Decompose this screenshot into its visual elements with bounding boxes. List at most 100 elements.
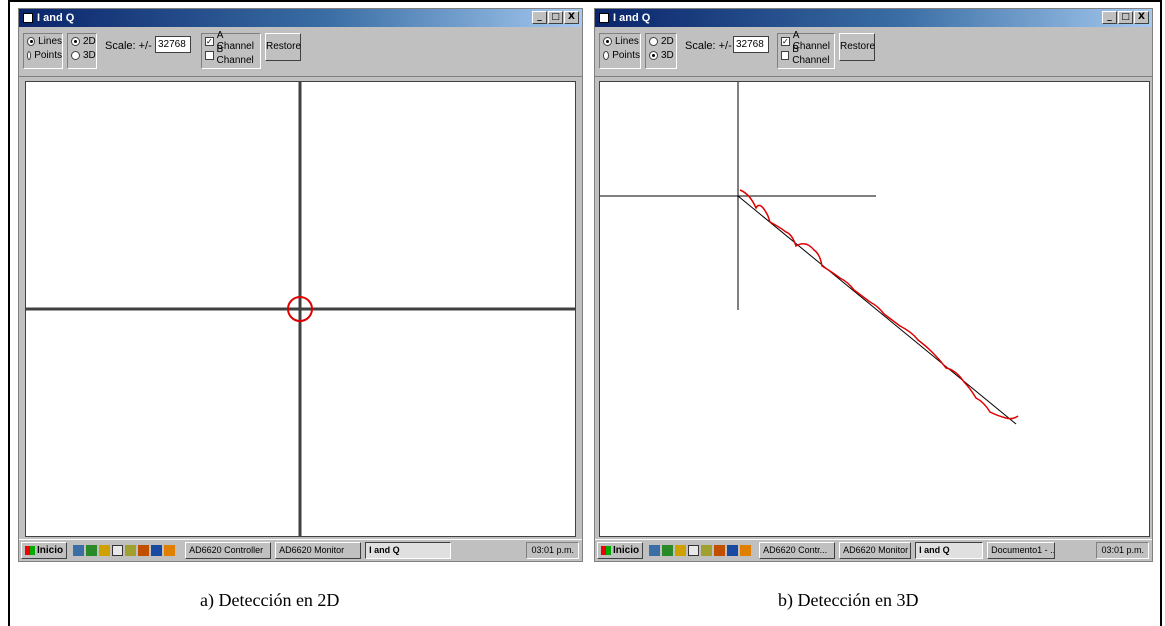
plot-svg	[26, 82, 575, 536]
figure-border-left	[8, 0, 10, 626]
start-label: Inicio	[37, 545, 64, 556]
checkbox-b-channel[interactable]: B Channel	[781, 44, 834, 66]
radio-lines-label: Lines	[615, 35, 639, 47]
radio-3d-label: 3D	[83, 49, 96, 61]
scale-input[interactable]: 32768	[733, 36, 769, 53]
caption-2d: a) Detección en 2D	[200, 590, 340, 610]
radio-2d[interactable]: 2D	[649, 34, 676, 48]
radio-icon	[71, 36, 80, 46]
check-icon: ✓	[781, 36, 790, 46]
radio-points[interactable]: Points	[27, 48, 62, 62]
desktop-icon[interactable]	[86, 545, 98, 556]
check-icon: ✓	[205, 36, 214, 46]
radio-lines-label: Lines	[38, 35, 62, 47]
arrow-icon[interactable]	[164, 545, 176, 556]
scale-input[interactable]: 32768	[155, 36, 191, 53]
plot-canvas	[25, 81, 576, 537]
radio-3d[interactable]: 3D	[71, 48, 96, 62]
radio-icon	[71, 50, 80, 60]
title-bar[interactable]: I and Q _ □ X	[595, 9, 1152, 27]
task-button-i-and-q[interactable]: I and Q	[365, 542, 452, 559]
desktop-icon[interactable]	[662, 545, 674, 556]
radio-points-label: Points	[34, 49, 62, 61]
check-icon	[781, 50, 790, 60]
radio-points-label: Points	[612, 49, 640, 61]
window-2d: I and Q _ □ X Lines Points 2D 3D Scale: …	[18, 8, 583, 562]
radio-icon	[27, 50, 32, 60]
windows-logo-icon	[25, 546, 35, 555]
media-icon[interactable]	[688, 545, 700, 556]
dimension-group: 2D 3D	[67, 33, 97, 69]
scale-label: Scale: +/-	[685, 40, 732, 52]
channels-icon[interactable]	[675, 545, 687, 556]
mode-group: Lines Points	[599, 33, 641, 69]
title-bar[interactable]: I and Q _ □ X	[19, 9, 582, 27]
arrow-icon[interactable]	[740, 545, 752, 556]
maximize-button[interactable]: □	[1118, 11, 1133, 24]
minimize-button[interactable]: _	[1102, 11, 1117, 24]
word-icon[interactable]	[151, 545, 163, 556]
start-button[interactable]: Inicio	[597, 542, 644, 559]
z-axis	[737, 195, 1017, 425]
close-button[interactable]: X	[1134, 11, 1149, 24]
radio-points[interactable]: Points	[603, 48, 640, 62]
minimize-button[interactable]: _	[532, 11, 547, 24]
ie-icon[interactable]	[649, 545, 661, 556]
radio-icon	[649, 50, 658, 60]
mode-group: Lines Points	[23, 33, 63, 69]
window-title: I and Q	[613, 12, 651, 24]
channels-icon[interactable]	[99, 545, 111, 556]
task-button-documento[interactable]: Documento1 - ...	[987, 542, 1056, 559]
figure-border-right	[1160, 0, 1162, 626]
task-button-monitor[interactable]: AD6620 Monitor	[839, 542, 912, 559]
start-label: Inicio	[613, 545, 640, 556]
taskbar: Inicio AD6620 Controller AD6620 Monitor …	[19, 539, 582, 561]
checkbox-b-channel[interactable]: B Channel	[205, 44, 260, 66]
channel-group: ✓ A Channel B Channel	[201, 30, 261, 69]
radio-2d-label: 2D	[661, 35, 674, 47]
window-3d: I and Q _ □ X Lines Points 2D 3D Scale: …	[594, 8, 1153, 562]
app-icon	[23, 13, 33, 23]
caption-3d: b) Detección en 3D	[778, 590, 919, 610]
task-button-controller[interactable]: AD6620 Contr...	[759, 542, 836, 559]
ie-icon[interactable]	[73, 545, 85, 556]
restore-button[interactable]: Restore	[265, 33, 301, 61]
search-icon[interactable]	[125, 545, 137, 556]
system-tray-clock[interactable]: 03:01 p.m.	[526, 542, 579, 559]
radio-3d[interactable]: 3D	[649, 48, 676, 62]
maximize-button[interactable]: □	[548, 11, 563, 24]
signal-trace	[739, 189, 1019, 420]
close-button[interactable]: X	[564, 11, 579, 24]
plot-canvas	[599, 81, 1150, 537]
toolbar: Lines Points 2D 3D Scale: +/- 32768 ✓ A C…	[19, 27, 582, 77]
check-icon	[205, 50, 214, 60]
radio-2d-label: 2D	[83, 35, 96, 47]
radio-icon	[649, 36, 658, 46]
word-icon[interactable]	[727, 545, 739, 556]
windows-logo-icon	[601, 546, 611, 555]
quick-launch	[73, 545, 176, 556]
restore-button[interactable]: Restore	[839, 33, 875, 61]
task-button-monitor[interactable]: AD6620 Monitor	[275, 542, 362, 559]
toolbar: Lines Points 2D 3D Scale: +/- 32768 ✓ A C…	[595, 27, 1152, 77]
paint-icon[interactable]	[138, 545, 150, 556]
scale-label: Scale: +/-	[105, 40, 152, 52]
b-channel-label: B Channel	[216, 44, 254, 66]
b-channel-label: B Channel	[792, 44, 830, 66]
radio-2d[interactable]: 2D	[71, 34, 96, 48]
plot-svg	[600, 82, 1019, 425]
system-tray-clock[interactable]: 03:01 p.m.	[1096, 542, 1149, 559]
radio-3d-label: 3D	[661, 49, 674, 61]
search-icon[interactable]	[701, 545, 713, 556]
media-icon[interactable]	[112, 545, 124, 556]
radio-lines[interactable]: Lines	[603, 34, 640, 48]
radio-lines[interactable]: Lines	[27, 34, 62, 48]
app-icon	[599, 13, 609, 23]
paint-icon[interactable]	[714, 545, 726, 556]
start-button[interactable]: Inicio	[21, 542, 68, 559]
task-button-i-and-q[interactable]: I and Q	[915, 542, 984, 559]
task-button-controller[interactable]: AD6620 Controller	[185, 542, 272, 559]
quick-launch	[649, 545, 752, 556]
window-title: I and Q	[37, 12, 75, 24]
radio-icon	[603, 36, 612, 46]
